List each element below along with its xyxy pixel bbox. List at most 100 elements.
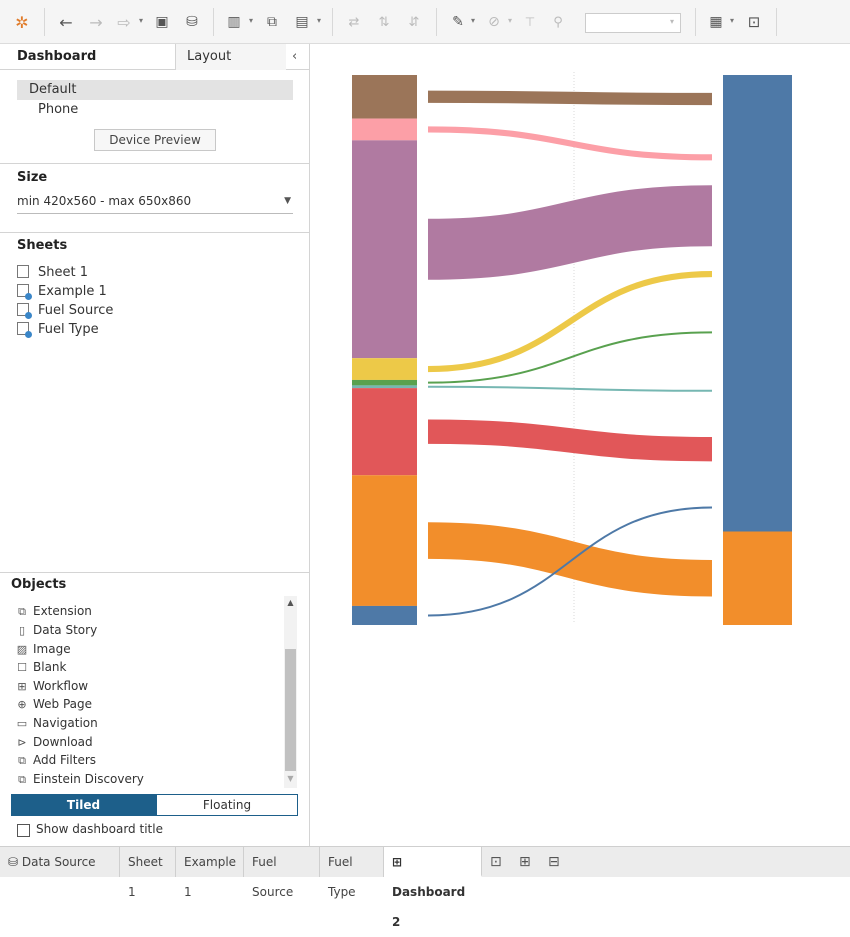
show-me-icon[interactable]: ▦ <box>704 10 728 34</box>
image-icon: ▨ <box>16 643 28 656</box>
toolbar-separator <box>776 8 777 36</box>
redo-menu-icon[interactable]: ⇨ <box>112 10 136 34</box>
object-blank[interactable]: ☐ Blank <box>15 658 66 676</box>
object-add-filters[interactable]: ⧉ Add Filters <box>15 751 96 769</box>
sankey-link[interactable] <box>427 419 713 462</box>
scroll-up-icon[interactable]: ▲ <box>284 598 297 607</box>
object-image[interactable]: ▨ Image <box>15 640 71 658</box>
tab-label: Dashboard 2 <box>392 885 466 929</box>
sankey-left-node[interactable] <box>352 385 417 389</box>
blank-icon: ☐ <box>17 661 27 674</box>
collapse-panel-icon[interactable]: ‹ <box>292 44 297 70</box>
sankey-right-node[interactable] <box>723 75 792 532</box>
object-download[interactable]: ⊳ Download <box>15 733 93 751</box>
save-icon[interactable]: ▣ <box>150 10 174 34</box>
scroll-down-icon[interactable]: ▼ <box>284 774 297 783</box>
sheet-item[interactable]: Example 1 <box>17 283 107 301</box>
new-dashboard-tab-icon[interactable]: ⊞ <box>519 847 531 877</box>
sheet-item[interactable]: Fuel Source <box>17 302 113 320</box>
device-preview-button[interactable]: Device Preview <box>94 129 216 151</box>
undo-icon[interactable]: ← <box>54 10 78 34</box>
size-title: Size <box>17 170 48 185</box>
presentation-icon[interactable]: ⊡ <box>742 10 766 34</box>
tiled-button[interactable]: Tiled <box>11 794 156 816</box>
object-einstein-discovery[interactable]: ⧉ Einstein Discovery <box>15 770 144 788</box>
size-value: min 420x560 - max 650x860 <box>17 194 192 208</box>
sankey-left-node[interactable] <box>352 75 417 119</box>
sort-ascending-icon[interactable]: ⇅ <box>372 10 396 34</box>
tab-example-1[interactable]: Example 1 <box>176 847 244 899</box>
chevron-down-icon[interactable]: ▾ <box>139 16 143 25</box>
divider <box>0 232 310 233</box>
tab-layout[interactable]: Layout <box>176 44 286 70</box>
object-web-page[interactable]: ⊕ Web Page <box>15 695 92 713</box>
chevron-down-icon[interactable]: ▾ <box>471 16 475 25</box>
redo-icon[interactable]: → <box>84 10 108 34</box>
clear-sheet-icon[interactable]: ▤ <box>290 10 314 34</box>
chevron-down-icon[interactable]: ▾ <box>317 16 321 25</box>
sankey-link[interactable] <box>427 331 713 384</box>
pin-icon[interactable]: ⚲ <box>546 10 570 34</box>
sankey-link[interactable] <box>427 90 713 106</box>
sankey-link[interactable] <box>427 522 713 597</box>
object-label: Workflow <box>33 679 89 693</box>
sankey-link[interactable] <box>427 126 713 161</box>
object-data-story[interactable]: ▯ Data Story <box>15 621 97 639</box>
sankey-left-node[interactable] <box>352 379 417 386</box>
tab-data-source[interactable]: ⛁ Data Source <box>0 847 120 877</box>
fit-dropdown[interactable]: ▾ <box>585 13 681 33</box>
sankey-link[interactable] <box>427 271 713 373</box>
highlight-icon[interactable]: ✎ <box>446 10 470 34</box>
sankey-left-node[interactable] <box>352 118 417 141</box>
device-default[interactable]: Default <box>17 80 293 100</box>
object-navigation[interactable]: ▭ Navigation <box>15 714 98 732</box>
chevron-down-icon[interactable]: ▾ <box>249 16 253 25</box>
tableau-logo-icon[interactable]: ✲ <box>10 10 34 34</box>
sankey-link[interactable] <box>427 385 713 392</box>
object-workflow[interactable]: ⊞ Workflow <box>15 677 88 695</box>
new-datasource-icon[interactable]: ⛁ <box>180 10 204 34</box>
einstein-discovery-icon: ⧉ <box>18 773 26 786</box>
sheet-item[interactable]: Sheet 1 <box>17 264 88 282</box>
tab-fuel-type[interactable]: Fuel Type <box>320 847 384 899</box>
sankey-left-node[interactable] <box>352 358 417 380</box>
tab-sheet-1[interactable]: Sheet 1 <box>120 847 176 899</box>
new-worksheet-icon[interactable]: ▥ <box>222 10 246 34</box>
new-worksheet-tab-icon[interactable]: ⊡ <box>490 847 502 877</box>
floating-button[interactable]: Floating <box>156 794 298 816</box>
tab-fuel-source[interactable]: Fuel Source <box>244 847 320 899</box>
device-phone[interactable]: Phone <box>38 102 78 117</box>
object-label: Add Filters <box>33 753 97 767</box>
workflow-icon: ⊞ <box>17 680 27 693</box>
sort-descending-icon[interactable]: ⇵ <box>402 10 426 34</box>
scroll-thumb[interactable] <box>285 649 296 771</box>
sankey-left-node[interactable] <box>352 388 417 476</box>
label-icon[interactable]: ⊤ <box>518 10 542 34</box>
sankey-link[interactable] <box>427 185 713 280</box>
size-dropdown[interactable]: min 420x560 - max 650x860 ▼ <box>17 192 293 214</box>
new-story-tab-icon[interactable]: ⊟ <box>548 847 560 877</box>
sankey-left-node[interactable] <box>352 605 417 625</box>
sankey-left-node[interactable] <box>352 140 417 359</box>
worksheet-datasource-icon <box>17 303 32 319</box>
toolbar-separator <box>44 8 45 36</box>
tab-dashboard[interactable]: Dashboard <box>0 44 176 70</box>
sheet-label: Example 1 <box>38 284 107 299</box>
chevron-down-icon[interactable]: ▾ <box>508 16 512 25</box>
object-label: Einstein Discovery <box>33 772 144 786</box>
chevron-down-icon: ▼ <box>284 196 291 206</box>
tab-dashboard-2[interactable]: ⊞ Dashboard 2 <box>384 847 482 929</box>
object-label: Data Story <box>33 623 98 637</box>
sheet-item[interactable]: Fuel Type <box>17 321 99 339</box>
object-label: Download <box>33 735 93 749</box>
group-icon[interactable]: ⊘ <box>482 10 506 34</box>
swap-icon[interactable]: ⇄ <box>342 10 366 34</box>
show-title-checkbox[interactable] <box>17 824 30 837</box>
sankey-chart <box>352 72 792 626</box>
chevron-down-icon: ▾ <box>669 17 674 26</box>
object-extension[interactable]: ⧉ Extension <box>15 602 92 620</box>
sankey-right-node[interactable] <box>723 531 792 626</box>
sankey-left-node[interactable] <box>352 475 417 606</box>
chevron-down-icon[interactable]: ▾ <box>730 16 734 25</box>
duplicate-sheet-icon[interactable]: ⧉ <box>260 10 284 34</box>
